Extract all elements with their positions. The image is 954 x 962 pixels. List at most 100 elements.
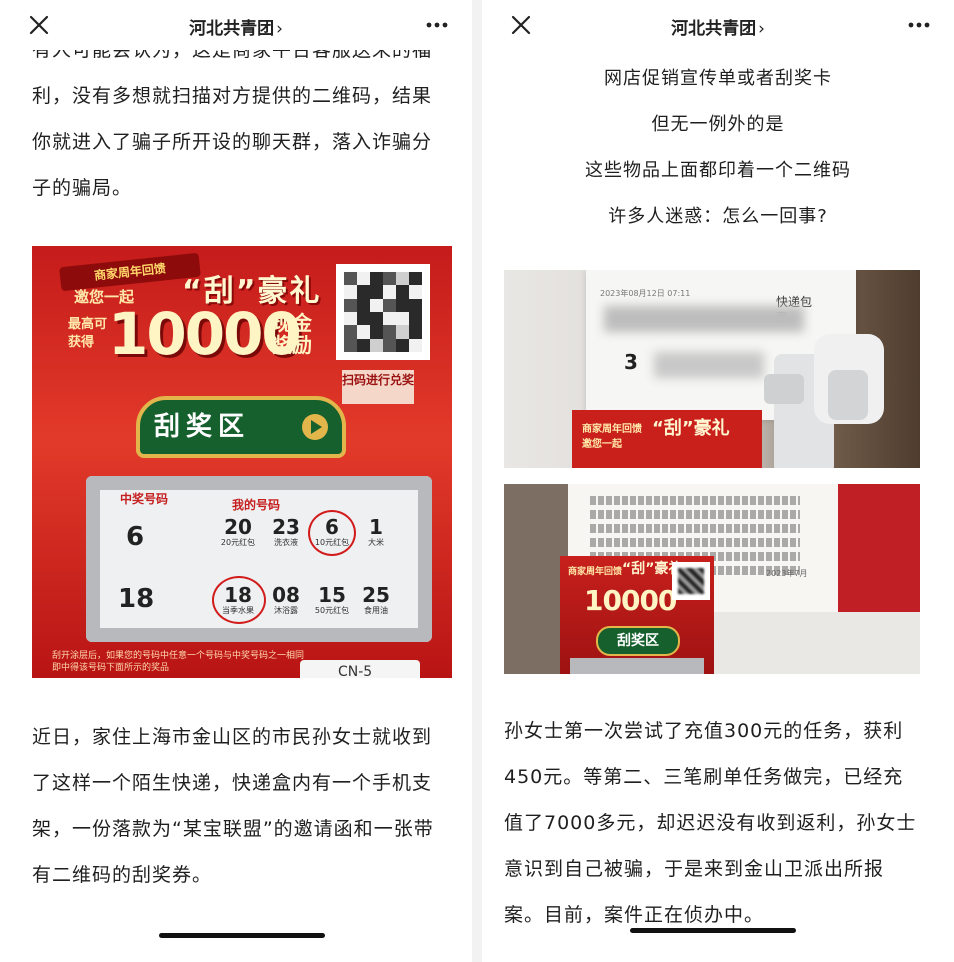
text-line: 值了7000多元，却迟迟没有收到返利，孙女士	[504, 812, 917, 834]
cell-number: 08	[272, 583, 300, 607]
qr-module	[396, 298, 409, 312]
card-max-label: 最高可获得	[68, 317, 108, 350]
cell-prize: 沐浴露	[274, 606, 298, 615]
blurred-address	[604, 306, 804, 332]
qr-module	[383, 325, 396, 339]
mini-card-area: 刮奖区	[596, 626, 680, 656]
article-paragraph-top: 有人可能会认为，这是商家平台客服送来的福 利，没有多想就扫描对方提供的二维码，结…	[32, 27, 452, 211]
letter-date: 2023年7月	[766, 569, 808, 578]
qr-module	[357, 272, 370, 286]
qr-module	[409, 325, 422, 339]
article-paragraph: 孙女士第一次尝试了充值300元的任务，获利 450元。等第二、三笔刷单任务做完，…	[504, 708, 934, 938]
right-article-panel: 河北共青团 › 网店促销宣传单或者刮奖卡 但无一例外的是 这些物品上面都印着一个二…	[482, 0, 954, 962]
cell-number: 23	[272, 515, 300, 539]
centered-text-line: 许多人迷惑：怎么一回事?	[608, 206, 828, 227]
qr-module	[357, 298, 370, 312]
mini-card-scratch-strip	[570, 658, 704, 674]
label-digit: 3	[624, 350, 638, 374]
account-title-link[interactable]: 河北共青团 ›	[482, 14, 954, 39]
text-line: 了这样一个陌生快递，快递盒内有一个手机支	[32, 772, 433, 794]
white-shelf	[714, 612, 920, 674]
text-line: 有二维码的刮奖券。	[32, 864, 213, 886]
home-indicator[interactable]	[159, 933, 325, 938]
top-nav-bar: 河北共青团 ›	[0, 0, 472, 50]
qr-module	[370, 272, 383, 286]
winning-numbers-header: 中奖号码	[120, 492, 169, 506]
qr-module	[344, 298, 357, 312]
account-title-link[interactable]: 河北共青团 ›	[0, 14, 472, 39]
text-line: 近日，家住上海市金山区的市民孙女士就收到	[32, 726, 433, 748]
qr-module	[409, 285, 422, 299]
scratch-card-photo: 商家周年回馈 “刮”豪礼 10000 刮奖区	[560, 556, 714, 674]
qr-module	[370, 338, 383, 352]
cell-number: 1	[369, 515, 383, 539]
scratch-card-peek: 商家周年回馈 邀您一起 “刮”豪礼	[572, 410, 762, 468]
cell-number: 20	[224, 515, 252, 539]
more-icon[interactable]	[904, 10, 934, 40]
account-title: 河北共青团	[671, 19, 757, 39]
my-number-cell: 1 大米	[352, 516, 400, 548]
qr-module	[396, 285, 409, 299]
text-line: 450元。等第二、三笔刷单任务做完，已经充	[504, 766, 904, 788]
qr-module	[396, 272, 409, 286]
qr-module	[409, 338, 422, 352]
my-number-cell: 15 50元红包	[308, 584, 356, 616]
scratch-card-image: 商家周年回馈 邀您一起 “刮”豪礼 最高可获得 10000 现金奖励 扫码进行兑…	[32, 246, 452, 678]
home-indicator[interactable]	[630, 928, 796, 933]
mini-card-ribbon: 商家周年回馈	[568, 567, 623, 577]
my-number-cell: 23 洗衣液	[262, 516, 310, 548]
qr-module	[344, 272, 357, 286]
qr-module	[409, 311, 422, 326]
qr-module	[409, 272, 422, 286]
text-line: 利，没有多想就扫描对方提供的二维码，结果	[32, 85, 433, 107]
qr-module	[357, 311, 370, 326]
scratch-area: 中奖号码 我的号码 6 18 20 20元红包 23 洗衣液 6 10元红包 1…	[86, 476, 432, 642]
card-scan-label: 扫码进行兑奖	[342, 370, 414, 404]
qr-module	[357, 285, 370, 299]
qr-module	[383, 338, 396, 352]
cell-prize: 50元红包	[314, 606, 350, 615]
qr-module	[383, 311, 396, 326]
card-code-tag: CN-5	[300, 660, 420, 678]
label-date: 2023年08月12日 07:11	[600, 289, 691, 298]
qr-module	[370, 285, 383, 299]
card-area-label: 刮奖区	[154, 412, 251, 442]
cell-prize: 食用油	[364, 606, 388, 615]
card-cash-label: 现金奖励	[272, 311, 312, 357]
my-numbers-header: 我的号码	[232, 498, 281, 512]
centered-text-line: 但无一例外的是	[651, 114, 785, 135]
winning-number: 6	[126, 522, 145, 552]
account-title: 河北共青团	[189, 19, 275, 39]
qr-module	[383, 298, 396, 312]
peek-headline: “刮”豪礼	[652, 418, 730, 439]
qr-module	[344, 285, 357, 299]
qr-module	[409, 298, 422, 312]
qr-module	[370, 325, 383, 339]
qr-module	[370, 311, 383, 326]
qr-module	[396, 338, 409, 352]
top-nav-bar: 河北共青团 ›	[482, 0, 954, 50]
text-line: 意识到自己被骗，于是来到金山卫派出所报	[504, 858, 885, 880]
cell-prize: 洗衣液	[274, 538, 298, 547]
desk-photo: 2023年7月 商家周年回馈 “刮”豪礼 10000 刮奖区	[504, 484, 920, 674]
qr-module	[383, 272, 396, 286]
qr-module	[357, 338, 370, 352]
match-circle	[308, 510, 356, 556]
match-circle	[212, 576, 266, 624]
chevron-right-icon: ›	[276, 19, 283, 39]
qr-module	[344, 325, 357, 339]
more-icon[interactable]	[422, 10, 452, 40]
text-line: 你就进入了骗子所开设的聊天群，落入诈骗分	[32, 131, 433, 153]
my-number-cell: 20 20元红包	[214, 516, 262, 548]
left-article-panel: 河北共青团 › 有人可能会认为，这是商家平台客服送来的福 利，没有多想就扫描对方提…	[0, 0, 472, 962]
chevron-right-icon: ›	[758, 19, 765, 39]
my-number-cell: 25 食用油	[352, 584, 400, 616]
cell-number: 15	[318, 583, 346, 607]
parcel-photo: 2023年08月12日 07:11 快递包裹 3 商家周年回馈邀您一起 “刮”豪…	[504, 270, 920, 468]
winning-number: 18	[118, 584, 155, 614]
qr-module	[370, 298, 383, 312]
cell-prize: 20元红包	[220, 538, 256, 547]
peek-ribbon: 商家周年回馈 邀您一起	[582, 424, 642, 450]
mini-card-amount: 10000	[584, 584, 677, 617]
qr-module	[396, 311, 409, 326]
